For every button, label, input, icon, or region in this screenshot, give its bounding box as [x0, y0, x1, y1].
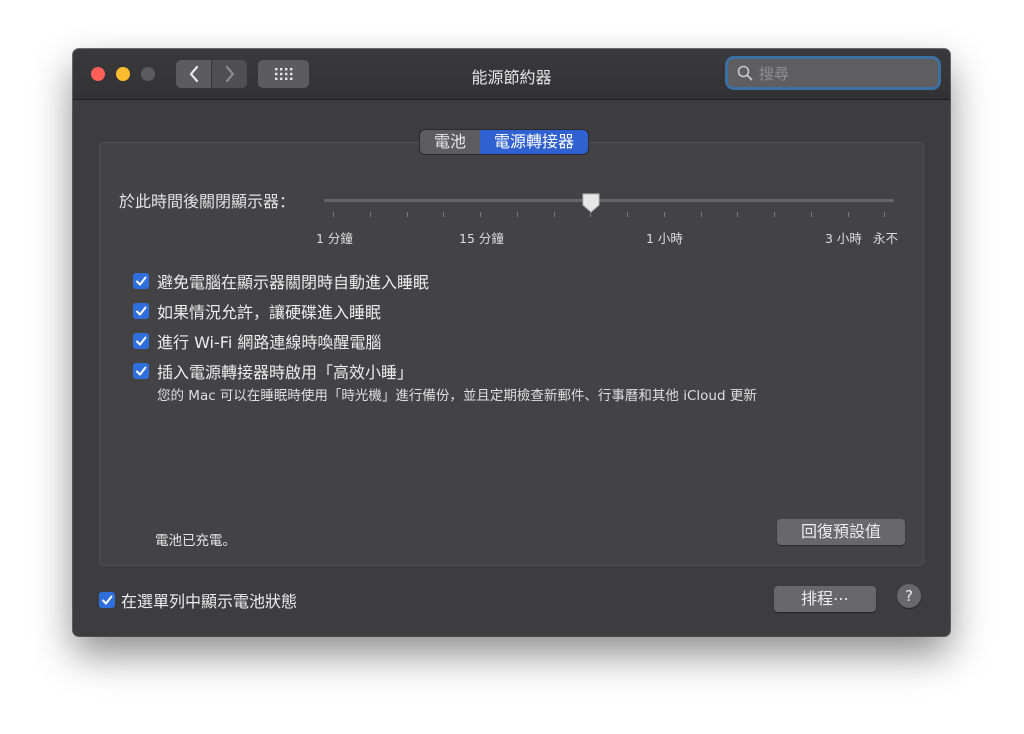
slider-tick — [811, 212, 812, 217]
slider-tick — [370, 212, 371, 217]
checkbox[interactable] — [133, 333, 149, 349]
display-sleep-slider-thumb[interactable] — [581, 192, 601, 214]
slider-tick — [884, 212, 885, 217]
slider-tick — [848, 212, 849, 217]
slider-tick — [774, 212, 775, 217]
option-disk-sleep[interactable]: 如果情況允許，讓硬碟進入睡眠 — [133, 299, 381, 323]
tab-battery[interactable]: 電池 — [420, 130, 481, 154]
option-label: 如果情況允許，讓硬碟進入睡眠 — [157, 303, 382, 322]
option-power-nap[interactable]: 插入電源轉接器時啟用「高效小睡」 — [133, 359, 413, 383]
tick-label-3hours: 3 小時 — [825, 231, 862, 246]
help-button[interactable]: ? — [897, 584, 921, 608]
checkmark-icon — [136, 276, 147, 286]
tick-label-1min: 1 分鐘 — [316, 231, 353, 246]
slider-tick — [443, 212, 444, 217]
slider-tick — [480, 212, 481, 217]
slider-tick — [407, 212, 408, 217]
checkbox[interactable] — [133, 363, 149, 379]
power-source-tabs: 電池 電源轉接器 — [420, 130, 589, 154]
schedule-button[interactable]: 排程⋯ — [774, 586, 876, 612]
checkmark-icon — [136, 336, 147, 346]
checkbox[interactable] — [133, 273, 149, 289]
checkmark-icon — [136, 306, 147, 316]
search-icon — [737, 65, 753, 81]
option-label: 進行 Wi-Fi 網路連線時喚醒電腦 — [157, 333, 382, 352]
slider-tick — [737, 212, 738, 217]
option-label: 插入電源轉接器時啟用「高效小睡」 — [157, 363, 414, 382]
tab-power-adapter[interactable]: 電源轉接器 — [480, 130, 589, 154]
option-wake-wifi[interactable]: 進行 Wi-Fi 網路連線時喚醒電腦 — [133, 329, 381, 353]
checkmark-icon — [136, 366, 147, 376]
display-sleep-label: 於此時間後關閉顯示器： — [119, 192, 296, 211]
tick-label-15min: 15 分鐘 — [459, 231, 504, 246]
slider-tick — [664, 212, 665, 217]
search-placeholder: 搜尋 — [759, 64, 790, 83]
search-field[interactable]: 搜尋 — [728, 59, 938, 87]
titlebar: 能源節約器 搜尋 — [73, 49, 950, 100]
checkbox[interactable] — [99, 592, 115, 608]
checkbox[interactable] — [133, 303, 149, 319]
battery-status-text: 電池已充電。 — [155, 533, 236, 549]
slider-tick — [517, 212, 518, 217]
option-show-battery-menu[interactable]: 在選單列中顯示電池狀態 — [99, 588, 297, 612]
power-nap-description: 您的 Mac 可以在睡眠時使用「時光機」進行備份，並且定期檢查新郵件、行事曆和其… — [157, 388, 757, 404]
slider-tick — [627, 212, 628, 217]
option-prevent-sleep[interactable]: 避免電腦在顯示器關閉時自動進入睡眠 — [133, 269, 429, 293]
display-sleep-slider-track[interactable] — [324, 199, 894, 202]
tick-label-never: 永不 — [873, 231, 899, 246]
option-label: 在選單列中顯示電池狀態 — [121, 592, 298, 611]
restore-defaults-button[interactable]: 回復預設值 — [777, 519, 905, 545]
slider-tick — [554, 212, 555, 217]
slider-tick — [701, 212, 702, 217]
energy-saver-window: 能源節約器 搜尋 電池 電源轉接器 於此時間後關閉顯示器： 1 分鐘 15 分鐘… — [73, 49, 950, 636]
checkmark-icon — [102, 595, 113, 605]
slider-tick — [333, 212, 334, 217]
tick-label-1hour: 1 小時 — [646, 231, 683, 246]
option-label: 避免電腦在顯示器關閉時自動進入睡眠 — [157, 273, 430, 292]
